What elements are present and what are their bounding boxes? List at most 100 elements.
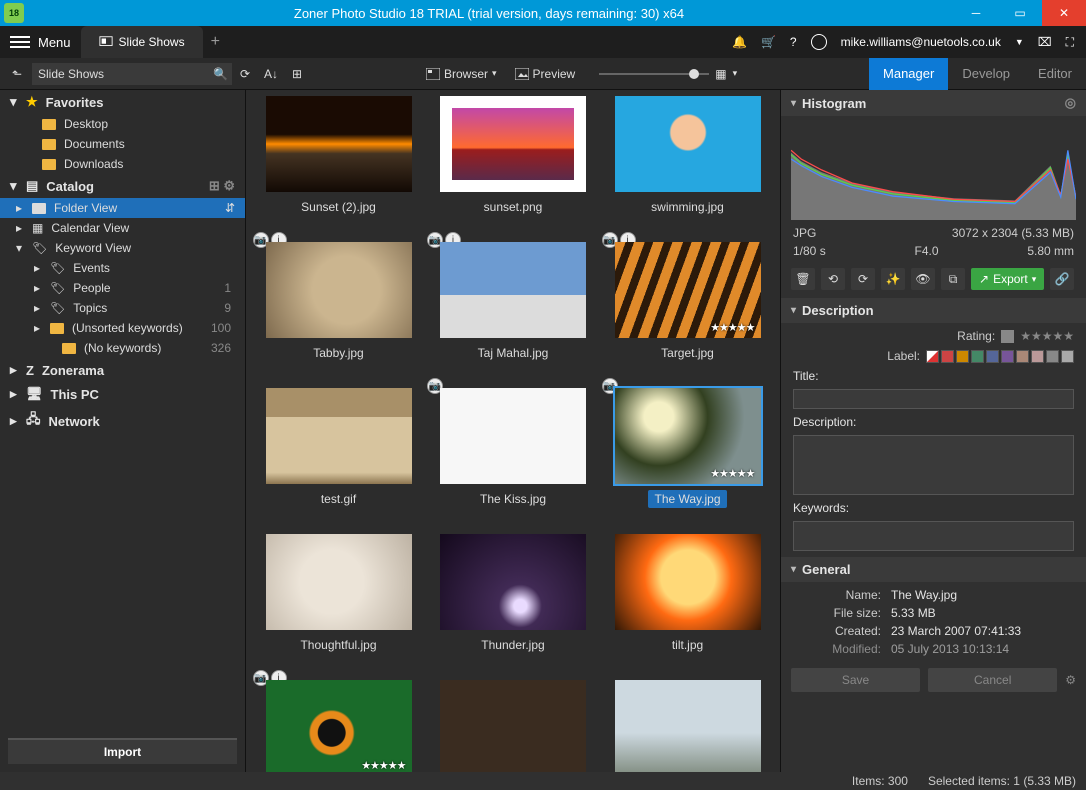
fullscreen-icon[interactable]: ⛶ [1066, 35, 1074, 50]
sort-icon[interactable]: A↓ [258, 67, 284, 81]
sidebar-item-topics[interactable]: ▸🏷Topics9 [0, 298, 245, 318]
user-avatar-icon[interactable] [811, 34, 827, 50]
bell-icon[interactable]: 🔔 [732, 35, 747, 49]
description-input[interactable] [793, 435, 1074, 495]
thumbnail-image [615, 96, 761, 192]
rating-clear-icon[interactable] [1001, 330, 1014, 343]
save-button[interactable]: Save [791, 668, 920, 692]
gen-created: 23 March 2007 07:41:33 [891, 624, 1021, 638]
sidebar-item-people[interactable]: ▸🏷People1 [0, 278, 245, 298]
add-icon[interactable]: ⊞ [284, 67, 310, 81]
browser-mode-button[interactable]: Browser ▾ [420, 67, 503, 81]
minimize-button[interactable]: ─ [954, 0, 998, 26]
refresh-icon[interactable]: ⟳ [232, 67, 258, 81]
title-input[interactable] [793, 389, 1074, 409]
thumbnail[interactable]: 📷i★★★★★Target.jpg [608, 240, 768, 362]
thumbnail[interactable]: tower.jpg [608, 678, 768, 772]
thumbnail[interactable]: tilt.jpg [608, 532, 768, 654]
thumbnail-label: test.gif [315, 490, 362, 508]
cancel-button[interactable]: Cancel [928, 668, 1057, 692]
thumbnail-label: Target.jpg [655, 344, 720, 362]
thumbnail-label: Taj Mahal.jpg [472, 344, 555, 362]
sidebar-item-documents[interactable]: Documents [0, 134, 245, 154]
section-catalog[interactable]: ▾▤Catalog⊞ ⚙ [0, 174, 245, 198]
thumbnail[interactable]: Sunset (2).jpg [259, 94, 419, 216]
new-tab-button[interactable]: + [211, 33, 220, 51]
thumbnail[interactable]: Thoughtful.jpg [259, 532, 419, 654]
thumbnail-image [266, 96, 412, 192]
tab-editor[interactable]: Editor [1024, 58, 1086, 90]
section-zonerama[interactable]: ▸ZZonerama [0, 358, 245, 382]
sidebar-item-keywordview[interactable]: ▾🏷Keyword View [0, 238, 245, 258]
thumbnail[interactable]: test.gif [259, 386, 419, 508]
gen-modified: 05 July 2013 10:13:14 [891, 642, 1009, 656]
sidebar-item-desktop[interactable]: Desktop [0, 114, 245, 134]
general-header[interactable]: General [781, 557, 1086, 582]
sidebar-item-unsorted[interactable]: ▸(Unsorted keywords)100 [0, 318, 245, 338]
maximize-button[interactable]: ▭ [998, 0, 1042, 26]
sort-icon[interactable]: ⇵ [225, 201, 235, 215]
copy-icon[interactable]: ⧉ [941, 268, 965, 290]
close-button[interactable]: ✕ [1042, 0, 1086, 26]
eye-icon[interactable]: 👁 [911, 268, 935, 290]
menu-label[interactable]: Menu [38, 35, 71, 50]
aperture: F4.0 [915, 244, 939, 258]
chevron-down-icon[interactable]: ▼ [1015, 37, 1024, 47]
section-thispc[interactable]: ▸🖥This PC [0, 382, 245, 406]
user-email[interactable]: mike.williams@nuetools.co.uk [841, 35, 1001, 49]
rating-stars[interactable]: ★★★★★ [1020, 329, 1074, 343]
menubar: Menu Slide Shows + 🔔 🛒 ? mike.williams@n… [0, 26, 1086, 58]
up-folder-icon[interactable]: ⬑ [6, 67, 28, 81]
hamburger-icon[interactable] [10, 32, 30, 52]
preview-label: Preview [533, 67, 576, 81]
color-labels[interactable] [926, 350, 1074, 363]
cart-icon[interactable]: 🛒 [761, 35, 776, 49]
keywords-input[interactable] [793, 521, 1074, 551]
thumbnail[interactable]: swimming.jpg [608, 94, 768, 216]
tab-slideshows[interactable]: Slide Shows [81, 26, 203, 58]
zoom-slider[interactable]: ▦▾ [599, 67, 737, 81]
wand-icon[interactable]: ✨ [881, 268, 905, 290]
catalog-label: Catalog [46, 179, 94, 194]
thumbnail[interactable]: 📷The Kiss.jpg [433, 386, 593, 508]
thumbnail[interactable]: 📷i★★★★★Toco Toucan.jpg [259, 678, 419, 772]
description-header[interactable]: Description [781, 298, 1086, 323]
target-icon[interactable]: ◎ [1065, 95, 1076, 111]
tab-develop[interactable]: Develop [948, 58, 1024, 90]
thumbnail[interactable]: 📷iTabby.jpg [259, 240, 419, 362]
thumbnail[interactable]: sunset.png [433, 94, 593, 216]
search-icon[interactable]: 🔍 [213, 67, 228, 81]
gen-size: 5.33 MB [891, 606, 936, 620]
thumbnail[interactable]: 📷iTaj Mahal.jpg [433, 240, 593, 362]
delete-icon[interactable]: 🗑 [791, 268, 815, 290]
rotate-right-icon[interactable]: ⟳ [851, 268, 875, 290]
thumbnail-image [440, 242, 586, 338]
breadcrumb-input[interactable]: Slide Shows 🔍 [32, 63, 232, 85]
sidebar-item-nokeywords[interactable]: (No keywords)326 [0, 338, 245, 358]
share-icon[interactable]: 🔗 [1050, 268, 1074, 290]
sidebar-item-calendarview[interactable]: ▸▦Calendar View [0, 218, 245, 238]
help-icon[interactable]: ? [790, 35, 797, 49]
export-button[interactable]: ↗Export▾ [971, 268, 1044, 290]
gear-icon[interactable]: ⚙ [1065, 673, 1076, 687]
tab-manager[interactable]: Manager [869, 58, 948, 90]
section-favorites[interactable]: ▾★Favorites [0, 90, 245, 114]
thumbnail[interactable]: Thunder.jpg [433, 532, 593, 654]
section-network[interactable]: ▸🖧Network [0, 406, 245, 436]
import-button[interactable]: Import [8, 738, 237, 764]
sidebar-item-folderview[interactable]: ▸Folder View⇵ [0, 198, 245, 218]
thumbnail[interactable]: 📷★★★★★The Way.jpg [608, 386, 768, 508]
add-catalog-icon[interactable]: ⊞ ⚙ [209, 178, 235, 194]
rotate-left-icon[interactable]: ⟲ [821, 268, 845, 290]
favorites-label: Favorites [46, 95, 104, 110]
sidebar-item-events[interactable]: ▸🏷Events [0, 258, 245, 278]
sidebar-item-downloads[interactable]: Downloads [0, 154, 245, 174]
histogram-header[interactable]: Histogram◎ [781, 90, 1086, 116]
toolbar: ⬑ Slide Shows 🔍 ⟳ A↓ ⊞ Browser ▾ Preview… [0, 58, 1086, 90]
thumbnail[interactable]: Tools.jpg [433, 678, 593, 772]
grid-icon[interactable]: ▦ [715, 67, 726, 81]
gen-name: The Way.jpg [891, 588, 957, 602]
screen-icon[interactable]: ⌧ [1038, 35, 1052, 49]
preview-mode-button[interactable]: Preview [509, 67, 582, 81]
thumbnail-label: Sunset (2).jpg [295, 198, 382, 216]
